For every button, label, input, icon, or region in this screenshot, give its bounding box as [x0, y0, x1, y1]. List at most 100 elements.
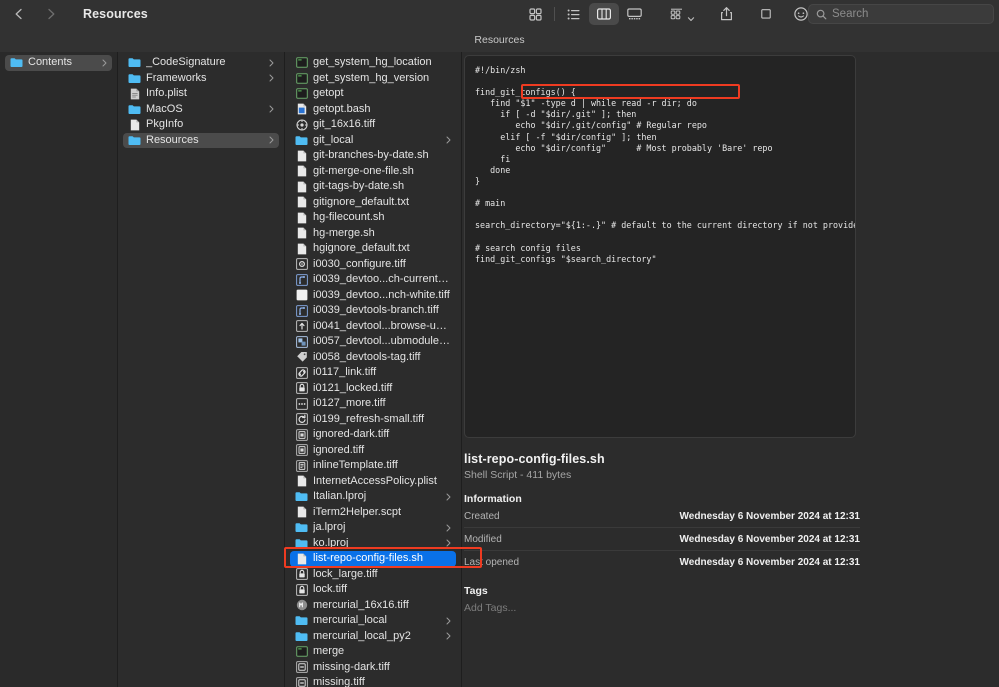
doc-icon: [295, 552, 308, 565]
lock-icon: [295, 382, 308, 395]
column-b-item[interactable]: hg-merge.sh: [290, 226, 456, 242]
column-b-item[interactable]: ignored.tiff: [290, 443, 456, 459]
column-b-item[interactable]: ko.lproj: [290, 536, 456, 552]
tag-icon[interactable]: [751, 3, 781, 25]
link-icon: [295, 366, 308, 379]
search-field[interactable]: [808, 4, 994, 24]
arrow-up-icon: [295, 320, 308, 333]
column-b-item[interactable]: list-repo-config-files.sh: [290, 551, 456, 567]
column-b-item[interactable]: Italian.lproj: [290, 489, 456, 505]
code-preview: #!/bin/zsh find_git_configs() { find "$1…: [464, 55, 856, 438]
column-b-item[interactable]: merge: [290, 644, 456, 660]
file-name-label: i0199_refresh-small.tiff: [313, 412, 425, 425]
column-a-item[interactable]: Info.plist: [123, 86, 279, 102]
column-b-item[interactable]: get_system_hg_location: [290, 55, 456, 71]
folder-icon: [295, 614, 308, 627]
disclosure-chevron-icon: [446, 493, 451, 501]
column-b-item[interactable]: get_system_hg_version: [290, 71, 456, 87]
column-b-item[interactable]: git-merge-one-file.sh: [290, 164, 456, 180]
doc-icon: [295, 227, 308, 240]
column-b-item[interactable]: mercurial_16x16.tiff: [290, 598, 456, 614]
folder-icon: [295, 490, 308, 503]
disclosure-chevron-icon: [446, 524, 451, 532]
column-b-item[interactable]: i0199_refresh-small.tiff: [290, 412, 456, 428]
chevron-down-icon: [687, 10, 695, 22]
info-row: Created Wednesday 6 November 2024 at 12:3…: [464, 505, 860, 528]
column-a-item[interactable]: Frameworks: [123, 71, 279, 87]
column-view-icon[interactable]: [589, 3, 619, 25]
column-b-item[interactable]: lock.tiff: [290, 582, 456, 598]
column-b-item[interactable]: i0117_link.tiff: [290, 365, 456, 381]
column-resources-children[interactable]: get_system_hg_location get_system_hg_vers…: [285, 52, 462, 687]
column-b-item[interactable]: git_16x16.tiff: [290, 117, 456, 133]
chevron-right-icon[interactable]: [44, 7, 58, 21]
column-browser: Contents _CodeSignature Frameworks Info.pl…: [0, 52, 999, 687]
column-a-item[interactable]: MacOS: [123, 102, 279, 118]
column-b-item[interactable]: iTerm2Helper.scpt: [290, 505, 456, 521]
column-b-item[interactable]: i0030_configure.tiff: [290, 257, 456, 273]
column-b-item[interactable]: git-branches-by-date.sh: [290, 148, 456, 164]
disclosure-chevron-icon: [446, 617, 451, 625]
column-contents-children: _CodeSignature Frameworks Info.plist MacOS P…: [118, 52, 285, 687]
file-name-label: ja.lproj: [313, 521, 346, 534]
column-b-item[interactable]: missing.tiff: [290, 675, 456, 687]
column-b-item[interactable]: ignored-dark.tiff: [290, 427, 456, 443]
info-row: Modified Wednesday 6 November 2024 at 12:…: [464, 528, 860, 551]
column-a-item[interactable]: _CodeSignature: [123, 55, 279, 71]
group-by-button[interactable]: [667, 3, 697, 25]
column-b-item[interactable]: mercurial_local: [290, 613, 456, 629]
preview-file-subtitle: Shell Script - 411 bytes: [464, 469, 572, 481]
file-name-label: lock_large.tiff: [313, 567, 378, 580]
path-bar: Resources: [0, 28, 999, 52]
column-b-item[interactable]: hg-filecount.sh: [290, 210, 456, 226]
add-tags-field[interactable]: Add Tags...: [464, 602, 860, 614]
search-input[interactable]: [832, 8, 982, 20]
column-b-item[interactable]: i0121_locked.tiff: [290, 381, 456, 397]
column-b-item[interactable]: lock_large.tiff: [290, 567, 456, 583]
column-b-item[interactable]: missing-dark.tiff: [290, 660, 456, 676]
chevron-left-icon[interactable]: [12, 7, 26, 21]
submodule-icon: [295, 335, 308, 348]
gallery-view-icon[interactable]: [619, 3, 649, 25]
column-b-item[interactable]: inlineTemplate.tiff: [290, 458, 456, 474]
file-name-label: _CodeSignature: [146, 56, 226, 69]
doc-icon: [128, 118, 141, 131]
folder-icon: [295, 521, 308, 534]
column-b-item[interactable]: gitignore_default.txt: [290, 195, 456, 211]
column-b-item[interactable]: i0057_devtool...ubmodule.tiff: [290, 334, 456, 350]
sidebar-item[interactable]: Contents: [5, 55, 112, 71]
column-b-item[interactable]: i0127_more.tiff: [290, 396, 456, 412]
column-a-item[interactable]: PkgInfo: [123, 117, 279, 133]
column-b-item[interactable]: InternetAccessPolicy.plist: [290, 474, 456, 490]
disclosure-chevron-icon: [446, 136, 451, 144]
share-icon[interactable]: [711, 3, 741, 25]
column-b-item[interactable]: getopt.bash: [290, 102, 456, 118]
file-name-label: gitignore_default.txt: [313, 195, 410, 208]
file-name-label: MacOS: [146, 102, 183, 115]
column-b-item[interactable]: i0039_devtoo...nch-white.tiff: [290, 288, 456, 304]
column-b-item[interactable]: i0039_devtools-branch.tiff: [290, 303, 456, 319]
disclosure-chevron-icon: [446, 632, 451, 640]
column-b-item[interactable]: i0039_devtoo...ch-current.tiff: [290, 272, 456, 288]
column-b-item[interactable]: i0041_devtool...browse-up.tiff: [290, 319, 456, 335]
column-b-item[interactable]: hgignore_default.txt: [290, 241, 456, 257]
folder-icon: [128, 56, 141, 69]
file-name-label: i0030_configure.tiff: [313, 257, 406, 270]
column-b-item[interactable]: i0058_devtools-tag.tiff: [290, 350, 456, 366]
preview-file-name: list-repo-config-files.sh: [464, 452, 605, 466]
doc-icon: [295, 211, 308, 224]
script-icon: [295, 645, 308, 658]
column-b-item[interactable]: getopt: [290, 86, 456, 102]
column-b-item[interactable]: git-tags-by-date.sh: [290, 179, 456, 195]
column-b-item[interactable]: mercurial_local_py2: [290, 629, 456, 645]
column-b-item[interactable]: git_local: [290, 133, 456, 149]
grid-view-icon[interactable]: [520, 3, 550, 25]
file-name-label: git_local: [313, 133, 354, 146]
column-b-item[interactable]: ja.lproj: [290, 520, 456, 536]
list-view-icon[interactable]: [559, 3, 589, 25]
file-name-label: git-tags-by-date.sh: [313, 180, 405, 193]
folder-icon: [128, 134, 141, 147]
file-name-label: git-merge-one-file.sh: [313, 164, 414, 177]
column-a-item[interactable]: Resources: [123, 132, 279, 148]
gear-icon: [295, 258, 308, 271]
